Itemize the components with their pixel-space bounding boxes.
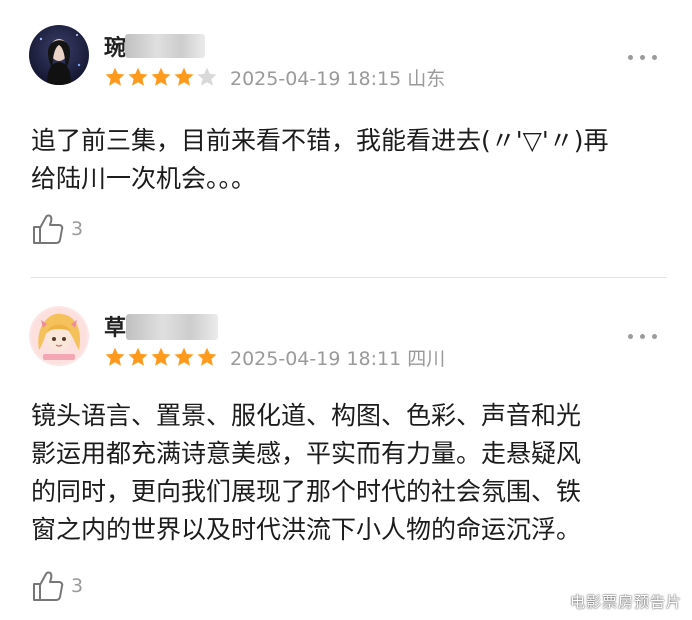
- review-text-line: 镜头语言、置景、服化道、构图、色彩、声音和光: [31, 401, 582, 430]
- review-date: 2025-04-19 18:15: [230, 68, 402, 90]
- review-date: 2025-04-19 18:11: [230, 348, 402, 370]
- like-count: 3: [71, 218, 84, 240]
- thumbs-up-icon: [33, 571, 64, 601]
- more-options-button[interactable]: [628, 334, 657, 339]
- dot-icon: [640, 55, 645, 60]
- star-filled-icon: [105, 67, 125, 86]
- review-meta: 2025-04-19 18:15 山东: [230, 64, 445, 91]
- watermark: 电影票房预告片: [569, 593, 682, 611]
- review-content: 追了前三集，目前来看不错，我能看进去(〃'▽'〃)再 给陆川一次机会。。。: [31, 122, 671, 198]
- star-filled-icon: [151, 67, 171, 86]
- divider: [31, 277, 667, 278]
- star-filled-icon: [174, 67, 194, 86]
- avatar[interactable]: [29, 306, 89, 366]
- review-location: 四川: [407, 348, 446, 370]
- username-blur: [126, 314, 218, 340]
- like-button[interactable]: 3: [31, 570, 83, 602]
- rating-stars: [104, 66, 218, 88]
- dot-icon: [652, 55, 657, 60]
- dot-icon: [652, 334, 657, 339]
- username[interactable]: 琬: [104, 30, 127, 62]
- more-options-button[interactable]: [628, 55, 657, 60]
- username-blur: [125, 34, 205, 58]
- star-empty-icon: [197, 67, 217, 86]
- review-text-line: 影运用都充满诗意美感，平实而有力量。走悬疑风: [31, 439, 582, 468]
- thumbs-up-icon: [33, 214, 64, 244]
- review-location: 山东: [407, 68, 446, 90]
- dot-icon: [628, 334, 633, 339]
- review-text-line: 的同时，更向我们展现了那个时代的社会氛围、铁: [31, 477, 582, 506]
- star-filled-icon: [128, 347, 148, 366]
- review-text-line: 追了前三集，目前来看不错，我能看进去(〃'▽'〃)再: [31, 126, 609, 155]
- star-filled-icon: [105, 347, 125, 366]
- like-button[interactable]: 3: [31, 213, 83, 245]
- rating-stars: [104, 346, 218, 368]
- review-text-line: 窗之内的世界以及时代洪流下小人物的命运沉浮。: [31, 515, 582, 544]
- star-filled-icon: [128, 67, 148, 86]
- avatar[interactable]: [29, 25, 89, 85]
- star-filled-icon: [197, 347, 217, 366]
- dark-portrait-avatar-icon: [29, 25, 89, 85]
- username[interactable]: 草: [104, 310, 127, 342]
- like-count: 3: [71, 575, 84, 597]
- review-content: 镜头语言、置景、服化道、构图、色彩、声音和光 影运用都充满诗意美感，平实而有力量…: [31, 397, 671, 549]
- star-filled-icon: [174, 347, 194, 366]
- review-meta: 2025-04-19 18:11 四川: [230, 344, 445, 371]
- review-text-line: 给陆川一次机会。。。: [31, 164, 257, 193]
- star-filled-icon: [151, 347, 171, 366]
- anime-girl-avatar-icon: [29, 306, 89, 366]
- dot-icon: [640, 334, 645, 339]
- dot-icon: [628, 55, 633, 60]
